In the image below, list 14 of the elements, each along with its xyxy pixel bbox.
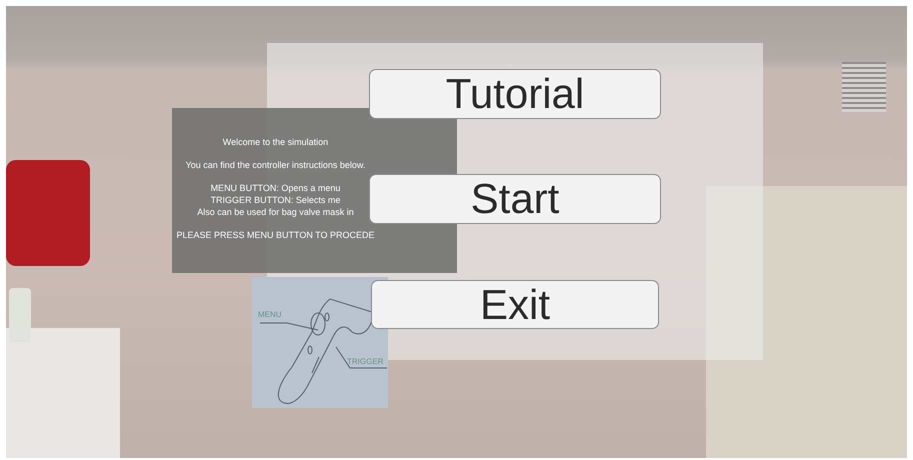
- leader-line: [260, 322, 318, 330]
- menu-button[interactable]: Exit: [371, 280, 659, 329]
- menu-button[interactable]: Tutorial: [369, 69, 661, 119]
- leader-line: [336, 346, 388, 368]
- instruction-text: TRIGGER BUTTON: Selects me: [210, 194, 342, 206]
- wall-vent-drawing: [842, 62, 886, 112]
- instruction-text: PLEASE PRESS MENU BUTTON TO PROCEDE: [175, 229, 376, 241]
- instruction-text: Also can be used for bag valve mask in: [196, 206, 355, 218]
- instruction-text: MENU BUTTON: Opens a menu: [210, 182, 342, 194]
- controller-label: TRIGGER: [347, 357, 384, 366]
- controller-label: MENU: [258, 310, 282, 319]
- instruction-text: Welcome to the simulation: [222, 136, 330, 148]
- instruction-text: You can find the controller instructions below.: [184, 159, 366, 171]
- menu-button[interactable]: Start: [369, 174, 661, 224]
